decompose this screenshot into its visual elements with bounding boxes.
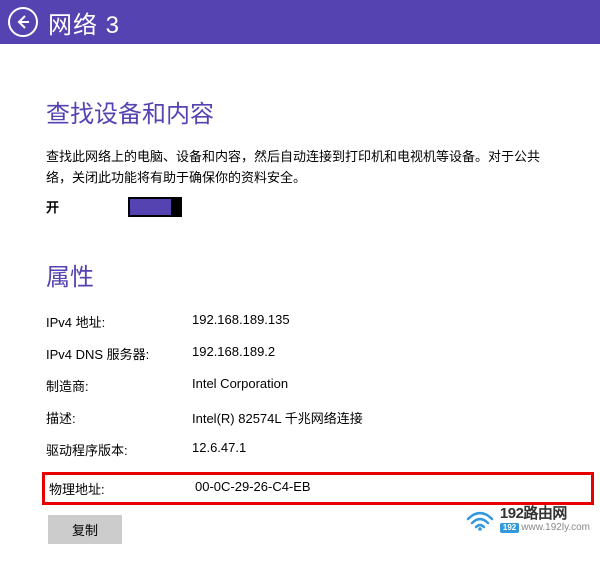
- toggle-handle-icon: [171, 197, 182, 217]
- devices-toggle[interactable]: [128, 197, 182, 217]
- property-label: 驱动程序版本:: [46, 440, 192, 459]
- property-value: 192.168.189.2: [192, 344, 554, 363]
- toggle-label: 开: [46, 197, 128, 216]
- property-row: IPv4 DNS 服务器: 192.168.189.2: [46, 344, 554, 363]
- property-label: 描述:: [46, 408, 192, 427]
- devices-section-desc: 查找此网络上的电脑、设备和内容，然后自动连接到打印机和电视机等设备。对于公共络，…: [46, 147, 554, 189]
- wifi-icon: [466, 509, 494, 531]
- highlighted-property-box: 物理地址: 00-0C-29-26-C4-EB: [42, 472, 594, 505]
- properties-section-title: 属性: [46, 257, 554, 292]
- property-label: 制造商:: [46, 376, 192, 395]
- watermark-badge: 192: [500, 523, 519, 533]
- property-row: IPv4 地址: 192.168.189.135: [46, 312, 554, 331]
- watermark-brand: 192路由网: [500, 506, 590, 521]
- back-arrow-icon: [15, 14, 31, 30]
- property-value: 12.6.47.1: [192, 440, 554, 459]
- property-label: IPv4 地址:: [46, 312, 192, 331]
- property-value: Intel Corporation: [192, 376, 554, 395]
- devices-section-title: 查找设备和内容: [46, 94, 554, 129]
- property-row: 描述: Intel(R) 82574L 千兆网络连接: [46, 408, 554, 427]
- property-row: 制造商: Intel Corporation: [46, 376, 554, 395]
- watermark: 192路由网 192 www.192ly.com: [466, 506, 590, 533]
- property-value: 00-0C-29-26-C4-EB: [195, 479, 589, 498]
- property-row: 物理地址: 00-0C-29-26-C4-EB: [49, 479, 589, 498]
- property-label: 物理地址:: [49, 479, 195, 498]
- back-button[interactable]: [8, 7, 38, 37]
- watermark-text: 192路由网 192 www.192ly.com: [500, 506, 590, 533]
- property-value: Intel(R) 82574L 千兆网络连接: [192, 408, 554, 427]
- header-bar: 网络 3: [0, 0, 600, 44]
- toggle-row: 开: [46, 197, 554, 217]
- page-title: 网络 3: [48, 5, 120, 40]
- property-value: 192.168.189.135: [192, 312, 554, 331]
- copy-button[interactable]: 复制: [48, 515, 122, 544]
- content-area: 查找设备和内容 查找此网络上的电脑、设备和内容，然后自动连接到打印机和电视机等设…: [0, 44, 600, 564]
- watermark-url: www.192ly.com: [521, 523, 590, 533]
- property-row: 驱动程序版本: 12.6.47.1: [46, 440, 554, 459]
- property-label: IPv4 DNS 服务器:: [46, 344, 192, 363]
